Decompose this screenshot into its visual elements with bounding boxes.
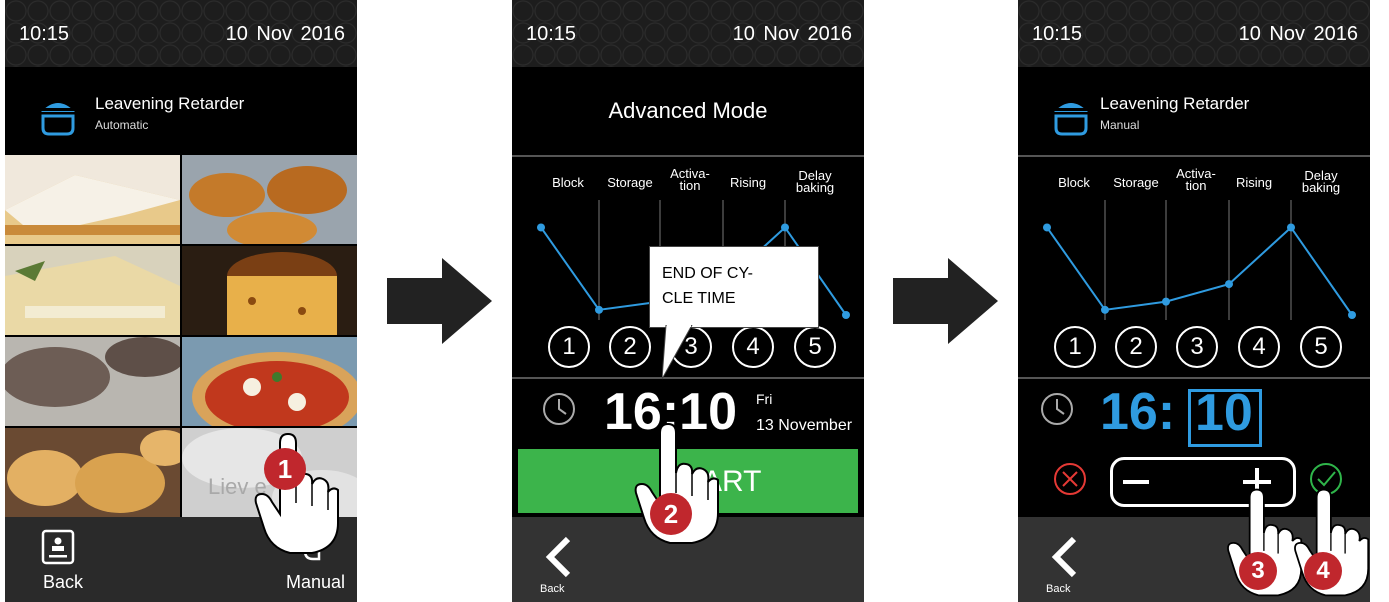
mode-header: Advanced Mode [512,67,864,155]
end-date: 13 November [756,417,853,434]
back-button[interactable]: Back [35,517,95,602]
status-bar: 10:15 10 Nov 2016 [512,0,864,67]
cycle-point [1287,223,1295,232]
recipe-tile-focaccia[interactable] [5,246,180,335]
tile-image [5,246,180,335]
screen-automatic: 10:15 10 Nov 2016 Leavening Retarder Aut… [5,0,357,602]
phase-button-1[interactable]: 1 [1054,326,1096,368]
step-marker: 2 [650,493,692,535]
time-minutes: 10 [1195,384,1253,442]
app-icon [41,103,75,136]
step-marker: 3 [1239,552,1277,590]
cancel-icon[interactable] [1052,461,1088,497]
tile-image [182,246,357,335]
minus-icon [1123,480,1149,484]
cycle-point [1043,223,1051,232]
app-mode: Manual [1100,118,1140,132]
status-bar: 10:15 10 Nov 2016 [1018,0,1370,67]
cycle-point [1225,280,1233,289]
phase-button-5[interactable]: 5 [1300,326,1342,368]
phase-button-4[interactable]: 4 [1238,326,1280,368]
back-label: Back [540,583,565,595]
app-header: Leavening Retarder Automatic [5,67,357,155]
recipe-tile-rolls[interactable] [5,337,180,426]
recipe-tile-bread[interactable] [5,428,180,517]
app-mode: Automatic [95,118,149,132]
step-marker: 4 [1304,552,1342,590]
step-number: 3 [1251,557,1265,584]
tooltip-line-1: END OF CY- [662,265,753,282]
minus-button[interactable] [1123,468,1163,496]
clock-time: 10:15 [1032,23,1083,45]
mode-title: Advanced Mode [608,98,768,123]
tile-image [182,337,357,426]
clock-date: 10 Nov 2016 [225,23,345,45]
arrow-right-icon [893,258,998,344]
app-header: Leavening Retarder Manual [1018,67,1370,155]
cycle-point [1162,297,1170,306]
clock-date: 10 Nov 2016 [1238,23,1358,45]
cycle-point [781,223,789,232]
clock-time: 10:15 [526,23,577,45]
minutes-field[interactable]: 10 [1188,384,1262,447]
step-number: 4 [1316,557,1330,584]
cycle-point [842,311,850,319]
cycle-point [1101,305,1109,314]
back-button[interactable]: Back [532,517,592,602]
phase-button-4[interactable]: 4 [732,326,774,368]
phase-button-2[interactable]: 2 [1115,326,1157,368]
hand-pointer-icon [254,432,339,554]
clock-time: 10:15 [19,23,70,45]
phase-button-3[interactable]: 3 [1176,326,1218,368]
step-marker: 1 [264,448,306,490]
screen-advanced: 10:15 10 Nov 2016 Advanced Mode Block St… [512,0,864,602]
tile-image [5,428,180,517]
clock-icon [543,393,575,425]
cycle-point [1348,311,1356,319]
manual-label: Manual [285,572,345,592]
tile-image [5,155,180,244]
back-button[interactable]: Back [1038,517,1098,602]
phase-button-5[interactable]: 5 [794,326,836,368]
app-icon [1054,103,1088,136]
tile-image [182,155,357,244]
back-label: Back [1046,583,1071,595]
step-number: 2 [663,499,679,529]
status-bar: 10:15 10 Nov 2016 [5,0,357,67]
arrow-right-icon [387,258,492,344]
step-number: 1 [277,454,293,484]
end-day: Fri [756,391,773,407]
cycle-point [537,223,545,232]
cycle-point [595,305,603,314]
tooltip-pointer [662,325,693,380]
phase-button-1[interactable]: 1 [548,326,590,368]
clock-icon [1041,393,1073,425]
document-icon [41,529,75,565]
back-label: Back [43,572,84,592]
screen-manual: 10:15 10 Nov 2016 Leavening Retarder Man… [1018,0,1370,602]
phase-button-2[interactable]: 2 [609,326,651,368]
cycle-chart [1043,200,1356,320]
recipe-tile-cake[interactable] [5,155,180,244]
recipe-tile-panettone[interactable] [182,246,357,335]
tile-image [5,337,180,426]
chevron-left-icon [1051,536,1077,578]
app-title: Leavening Retarder [95,94,245,113]
divider [1018,155,1370,157]
chevron-left-icon [545,536,571,578]
recipe-tile-pizza[interactable] [182,337,357,426]
tooltip-line-2: CLE TIME [662,290,736,307]
divider [512,155,864,157]
divider [1018,377,1370,379]
time-hours: 16: [1100,383,1176,441]
cycle-line [1046,225,1353,316]
tooltip: END OF CY- CLE TIME [649,246,819,328]
app-title: Leavening Retarder [1100,94,1250,113]
clock-date: 10 Nov 2016 [732,23,852,45]
recipe-tile-croissants[interactable] [182,155,357,244]
